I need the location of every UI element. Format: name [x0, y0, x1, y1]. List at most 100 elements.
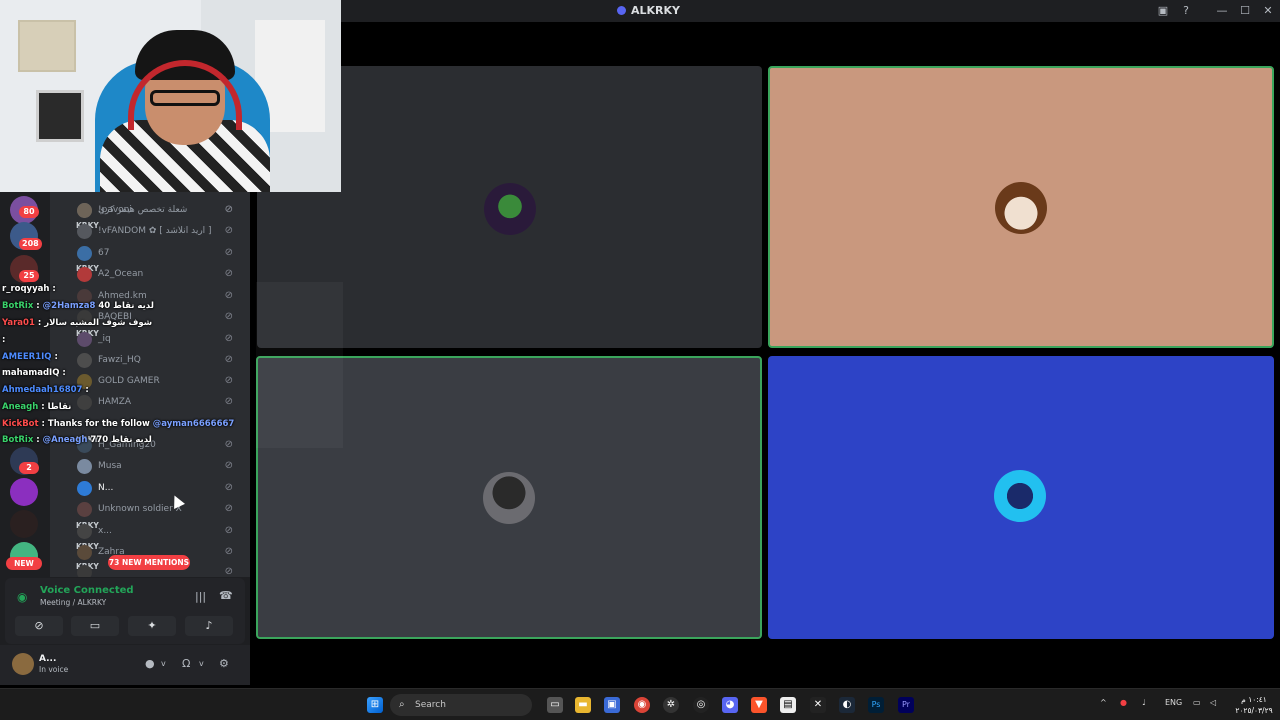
store-icon[interactable]: ▣ [604, 697, 620, 713]
close-button[interactable]: ✕ [1260, 3, 1276, 19]
video-tile-speaking[interactable] [768, 66, 1274, 348]
volume-icon[interactable]: ◁ [1210, 698, 1216, 707]
share-screen-button[interactable]: ▭ [71, 616, 119, 636]
list-item[interactable]: Musa ⊘ [70, 456, 245, 476]
chat-separator: : [2, 335, 6, 345]
chat-separator: : [51, 352, 58, 362]
chat-mention: @Aneagh [42, 435, 88, 445]
list-item[interactable]: 67 ⊘ [70, 243, 245, 263]
activities-button[interactable]: ✦ [128, 616, 176, 636]
list-item[interactable]: A2_OceanKRKY⊘ [70, 264, 245, 284]
chat-username: BotRix [2, 301, 34, 311]
chat-message: r_roqyyah : [2, 284, 56, 294]
chevron-up-icon[interactable]: ^ [1100, 698, 1107, 707]
minimize-button[interactable]: — [1214, 3, 1230, 19]
file-explorer-icon[interactable]: ▬ [575, 697, 591, 713]
discord-taskbar-icon[interactable]: ◕ [722, 697, 738, 713]
start-icon[interactable]: ⊞ [367, 697, 383, 713]
chat-separator: : [34, 318, 45, 328]
chat-text: نقاطا [47, 402, 72, 412]
avatar [77, 246, 92, 261]
webcam-plaque [36, 90, 84, 142]
voice-status[interactable]: Voice Connected [40, 585, 134, 596]
chevron-down-icon[interactable]: v [161, 659, 166, 668]
headphones-icon[interactable]: Ω [182, 657, 190, 670]
list-item[interactable]: !pavoni ⊘ [70, 200, 245, 220]
deafened-icon: ⊘ [224, 482, 233, 493]
member-name: 67 [98, 248, 110, 258]
microphone-tray-icon[interactable]: ♩ [1142, 698, 1146, 707]
camera-off-button[interactable]: ⊘ [15, 616, 63, 636]
chat-username: Ahmedaah16807 [2, 385, 83, 395]
system-clock[interactable]: ١٠:٤١ م ٢٠٢٥/٠٣/٢٩ [1232, 694, 1276, 716]
steam-icon[interactable]: ◐ [839, 697, 855, 713]
screen-share-icon[interactable]: ▣ [1155, 3, 1171, 19]
participant-avatar [483, 472, 535, 524]
chat-message: BotRix : @2Hamza8 لديه نقاط 40 [2, 301, 154, 311]
chat-username: AMEER1IQ [2, 352, 52, 362]
task-view-icon[interactable]: ▭ [547, 697, 563, 713]
taskbar: ⊞ ⌕ Search ▭ ▬ ▣ ◉ ✲ ◎ ◕ ▼ ▤ ✕ ◐ Ps Pr ^ … [0, 688, 1280, 720]
chat-separator: : [38, 419, 48, 429]
user-name[interactable]: A... [39, 654, 56, 664]
server-icon[interactable] [10, 510, 38, 538]
webcam-overlay [0, 0, 341, 192]
window-title: ALKRKY [617, 4, 680, 17]
chat-separator: : [59, 368, 66, 378]
network-icon[interactable]: ▭ [1193, 698, 1201, 707]
member-name: !vFANDOM ✿ [ اريد انلاشد ] [98, 226, 212, 236]
discord-tray-icon[interactable]: ● [1120, 698, 1127, 707]
clock-date: ٢٠٢٥/٠٣/٢٩ [1235, 706, 1273, 715]
chat-message: Yara01 : شوف شوف المشبه سالار [2, 318, 152, 328]
list-item[interactable]: x...KRKY⊘ [70, 521, 245, 541]
chrome-icon[interactable]: ◉ [634, 697, 650, 713]
openai-icon[interactable]: ✲ [663, 697, 679, 713]
chat-message: AMEER1IQ : [2, 352, 58, 362]
chat-username: Yara01 [2, 318, 35, 328]
noise-suppression-icon[interactable]: ||| [195, 590, 206, 603]
search-placeholder: Search [415, 700, 446, 710]
search-input[interactable]: ⌕ Search [390, 694, 532, 716]
list-item[interactable]: !vFANDOM ✿ [ اريد انلاشد ]KRKY⊘ [70, 221, 245, 241]
chat-overlay-shade [256, 282, 343, 448]
chat-username: mahamadIQ [2, 368, 60, 378]
chevron-down-icon[interactable]: v [199, 659, 204, 668]
search-icon: ⌕ [399, 699, 405, 710]
new-servers-badge[interactable]: NEW [6, 557, 42, 570]
chat-text: لديه نقاط 770 [87, 435, 152, 445]
deafened-icon: ⊘ [224, 460, 233, 471]
avatar [77, 545, 92, 560]
voice-channel-name[interactable]: Meeting / ALKRKY [40, 598, 106, 607]
microphone-icon[interactable]: ● [145, 657, 155, 670]
gear-icon[interactable]: ⚙ [219, 657, 229, 670]
obs-icon[interactable]: ◎ [693, 697, 709, 713]
participant-avatar [484, 183, 536, 235]
new-mentions-button[interactable]: 73 NEW MENTIONS [108, 555, 190, 570]
list-item[interactable]: N... ⊘ [70, 478, 245, 498]
photoshop-icon[interactable]: Ps [868, 697, 884, 713]
chat-text: لديه نقاط 40 [95, 301, 154, 311]
chat-username: BotRix [2, 435, 34, 445]
list-item[interactable]: Unknown soldier X ⊘ [70, 499, 245, 519]
maximize-button[interactable]: ☐ [1237, 3, 1253, 19]
deafened-icon: ⊘ [224, 503, 233, 514]
member-name: Musa [98, 461, 122, 471]
brave-icon[interactable]: ▼ [751, 697, 767, 713]
chat-separator: : [49, 284, 56, 294]
avatar[interactable] [12, 653, 34, 675]
premiere-icon[interactable]: Pr [898, 697, 914, 713]
deafened-icon: ⊘ [224, 204, 233, 215]
server-badge: 208 [19, 238, 42, 250]
member-name: Unknown soldier X [98, 504, 182, 514]
user-panel: A... In voice ● v Ω v ⚙ [0, 645, 250, 685]
language-indicator[interactable]: ENG [1165, 698, 1182, 707]
disconnect-icon[interactable]: ☎ [219, 589, 233, 602]
soundboard-button[interactable]: ♪ [185, 616, 233, 636]
capcut-icon[interactable]: ✕ [810, 697, 826, 713]
app-icon[interactable]: ▤ [780, 697, 796, 713]
chat-message: KickBot : Thanks for the follow @ayman66… [2, 419, 234, 429]
video-tile[interactable] [768, 356, 1274, 639]
server-icon[interactable] [10, 478, 38, 506]
help-icon[interactable]: ? [1178, 3, 1194, 19]
chat-separator: : [82, 385, 89, 395]
